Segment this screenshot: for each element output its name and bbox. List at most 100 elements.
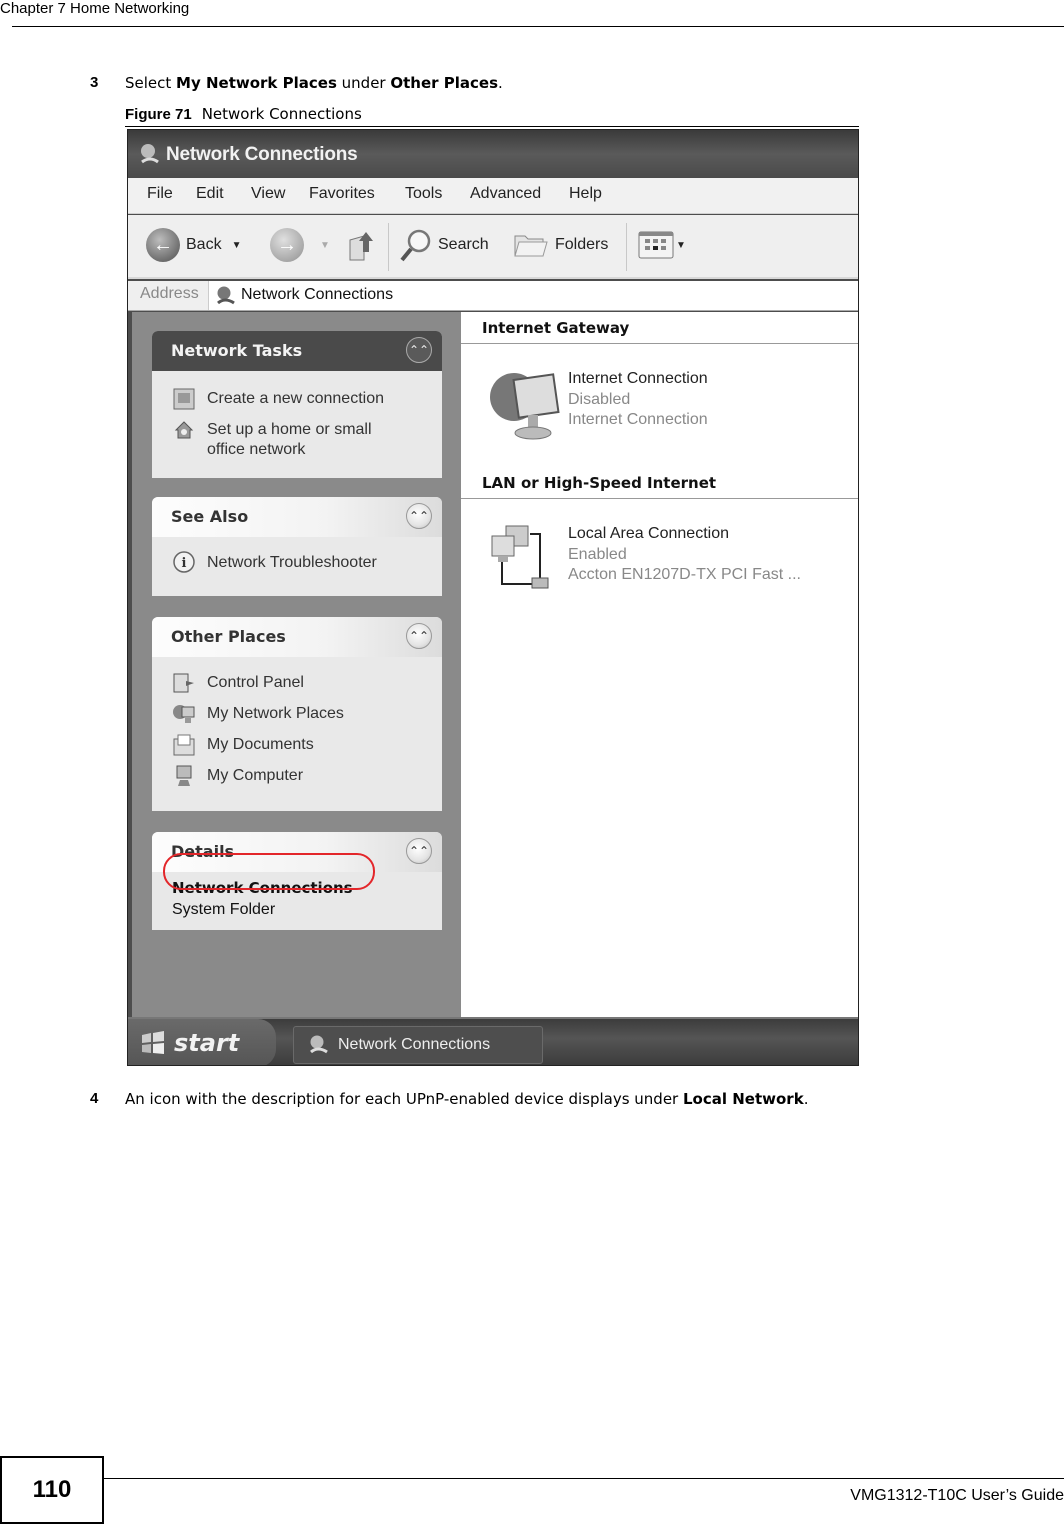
step-text-bold: Local Network bbox=[683, 1090, 804, 1108]
info-icon: i bbox=[173, 551, 195, 573]
address-value: Network Connections bbox=[241, 286, 394, 303]
folders-icon bbox=[514, 235, 548, 257]
views-button[interactable]: ▼ bbox=[638, 227, 686, 263]
collapse-chevron-icon[interactable]: ⌃⌃ bbox=[406, 838, 432, 864]
header-divider bbox=[12, 26, 1064, 27]
forward-dropdown-icon[interactable]: ▼ bbox=[320, 240, 330, 251]
connection-status: Enabled bbox=[568, 545, 627, 563]
forward-button[interactable]: → ▼ bbox=[270, 227, 330, 263]
address-field[interactable]: Network Connections bbox=[208, 281, 858, 310]
start-button[interactable]: start bbox=[128, 1019, 276, 1065]
documents-folder-icon bbox=[173, 734, 195, 756]
link-label: Network Troubleshooter bbox=[207, 554, 377, 571]
step-number: 3 bbox=[90, 74, 99, 91]
start-label: start bbox=[174, 1029, 240, 1057]
menu-advanced[interactable]: Advanced bbox=[470, 185, 541, 203]
menu-edit[interactable]: Edit bbox=[196, 185, 224, 203]
toolbar: ← Back ▼ → ▼ Search Folders ▼ bbox=[128, 215, 858, 279]
figure-title: Network Connections bbox=[201, 105, 362, 123]
network-connections-window: Network Connections File Edit View Favor… bbox=[127, 129, 859, 1066]
task-pane: Network Tasks ⌃⌃ Create a new connection… bbox=[132, 312, 461, 1017]
views-grid-icon bbox=[638, 231, 674, 259]
menu-view[interactable]: View bbox=[251, 185, 285, 203]
taskbar: start Network Connections bbox=[128, 1017, 858, 1065]
step-number: 4 bbox=[90, 1090, 99, 1107]
folders-button[interactable]: Folders bbox=[513, 227, 608, 263]
step-text-bold: My Network Places bbox=[176, 74, 337, 92]
step-text-part: Select bbox=[125, 74, 177, 92]
connection-device: Accton EN1207D-TX PCI Fast ... bbox=[568, 566, 801, 583]
place-label: Control Panel bbox=[207, 674, 304, 691]
step-text: Select My Network Places under Other Pla… bbox=[125, 74, 503, 92]
figure-caption: Figure 71 Network Connections bbox=[125, 105, 362, 123]
panel-title: Network Tasks bbox=[171, 341, 303, 360]
back-dropdown-icon[interactable]: ▼ bbox=[232, 240, 242, 251]
collapse-chevron-icon[interactable]: ⌃⌃ bbox=[406, 337, 432, 363]
folders-label: Folders bbox=[555, 236, 609, 253]
forward-arrow-icon: → bbox=[270, 228, 304, 262]
up-folder-icon bbox=[349, 232, 373, 261]
task-label: Create a new connection bbox=[207, 390, 384, 407]
highlight-annotation bbox=[163, 853, 375, 890]
panel-body: Control Panel My Network Places My Docum… bbox=[152, 657, 442, 811]
search-label: Search bbox=[438, 236, 489, 253]
figure-label: Figure 71 bbox=[125, 106, 192, 123]
search-icon bbox=[400, 229, 431, 262]
panel-header[interactable]: Network Tasks ⌃⌃ bbox=[152, 331, 442, 371]
panel-title: See Also bbox=[171, 507, 249, 526]
place-control-panel[interactable]: Control Panel bbox=[152, 667, 442, 698]
panel-body: Create a new connection Set up a home or… bbox=[152, 371, 442, 478]
panel-see-also: See Also ⌃⌃ i Network Troubleshooter bbox=[152, 497, 442, 596]
window-title: Network Connections bbox=[166, 144, 358, 165]
svg-text:i: i bbox=[182, 556, 187, 571]
menu-tools[interactable]: Tools bbox=[405, 185, 442, 203]
collapse-chevron-icon[interactable]: ⌃⌃ bbox=[406, 503, 432, 529]
panel-title: Other Places bbox=[171, 627, 286, 646]
panel-header[interactable]: See Also ⌃⌃ bbox=[152, 497, 442, 537]
task-setup-home-network[interactable]: Set up a home or small office network bbox=[152, 414, 442, 468]
content-pane: Internet Gateway Internet Connection Dis… bbox=[461, 312, 858, 1017]
taskbar-task-network-connections[interactable]: Network Connections bbox=[293, 1026, 543, 1064]
connection-internet[interactable]: Internet Connection Disabled Internet Co… bbox=[486, 367, 846, 447]
step-text-part: An icon with the description for each UP… bbox=[125, 1090, 683, 1108]
home-network-icon bbox=[174, 421, 194, 439]
windows-logo-icon bbox=[142, 1031, 164, 1054]
up-folder-button[interactable] bbox=[346, 227, 376, 263]
title-bar: Network Connections bbox=[128, 130, 858, 178]
connection-details: Local Area Connection Enabled Accton EN1… bbox=[568, 524, 801, 586]
panel-network-tasks: Network Tasks ⌃⌃ Create a new connection… bbox=[152, 331, 442, 478]
step-text-part: under bbox=[336, 74, 391, 92]
link-network-troubleshooter[interactable]: i Network Troubleshooter bbox=[152, 547, 442, 578]
menu-help[interactable]: Help bbox=[569, 185, 602, 203]
network-connections-icon bbox=[310, 1035, 328, 1054]
back-arrow-icon: ← bbox=[146, 228, 180, 262]
panel-header[interactable]: Other Places ⌃⌃ bbox=[152, 617, 442, 657]
group-title: LAN or High-Speed Internet bbox=[482, 474, 717, 492]
guide-title: VMG1312-T10C User’s Guide bbox=[850, 1487, 1064, 1504]
place-my-computer[interactable]: My Computer bbox=[152, 760, 442, 791]
network-places-icon bbox=[173, 705, 195, 723]
task-label: Set up a home or small office network bbox=[207, 421, 372, 458]
search-button[interactable]: Search bbox=[398, 227, 489, 263]
step-text-bold: Other Places bbox=[390, 74, 499, 92]
toolbar-separator bbox=[388, 223, 389, 271]
control-panel-icon bbox=[173, 673, 194, 693]
place-label: My Network Places bbox=[207, 705, 344, 722]
back-button[interactable]: ← Back ▼ bbox=[146, 227, 241, 263]
network-connections-icon bbox=[217, 286, 235, 305]
task-create-new-connection[interactable]: Create a new connection bbox=[152, 383, 442, 414]
computer-icon bbox=[176, 765, 192, 786]
place-my-network-places[interactable]: My Network Places bbox=[152, 698, 442, 729]
connection-local-area[interactable]: Local Area Connection Enabled Accton EN1… bbox=[486, 522, 846, 602]
lan-connection-icon bbox=[491, 525, 549, 589]
address-bar: Address Network Connections bbox=[128, 281, 858, 311]
menu-bar: File Edit View Favorites Tools Advanced … bbox=[128, 178, 858, 214]
menu-favorites[interactable]: Favorites bbox=[309, 185, 375, 203]
step-text-part: . bbox=[498, 74, 503, 92]
figure-divider bbox=[125, 126, 859, 127]
place-label: My Computer bbox=[207, 767, 304, 784]
place-my-documents[interactable]: My Documents bbox=[152, 729, 442, 760]
menu-file[interactable]: File bbox=[147, 185, 173, 203]
connection-name: Local Area Connection bbox=[568, 525, 729, 542]
collapse-chevron-icon[interactable]: ⌃⌃ bbox=[406, 623, 432, 649]
